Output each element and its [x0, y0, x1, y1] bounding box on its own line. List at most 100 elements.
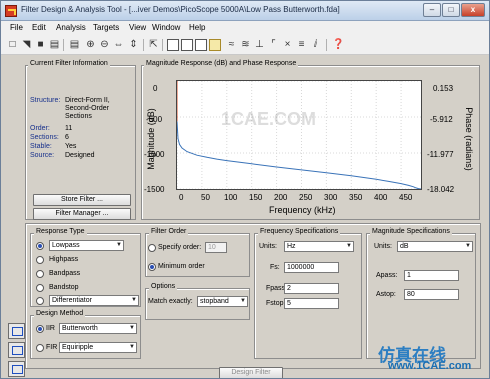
- plot-panel-legend: Magnitude Response (dB) and Phase Respon…: [144, 60, 299, 67]
- coefficients-icon[interactable]: ≡: [295, 38, 308, 51]
- minimum-order-label: Minimum order: [158, 263, 205, 270]
- filter-manager-button[interactable]: Filter Manager ...: [33, 208, 131, 220]
- zoom-out-icon[interactable]: ⊖: [98, 38, 111, 51]
- zoom-in-icon[interactable]: ⊕: [84, 38, 97, 51]
- sections-value: 6: [65, 134, 69, 141]
- open-folder-icon[interactable]: ◥: [20, 38, 33, 51]
- minimum-order-radio[interactable]: [148, 263, 156, 271]
- menu-file[interactable]: File: [10, 23, 23, 32]
- phase-delay-icon[interactable]: ≋: [239, 38, 252, 51]
- x-axis-label: Frequency (kHz): [269, 205, 336, 215]
- fstop-input[interactable]: 5: [284, 298, 339, 309]
- source-value: Designed: [65, 152, 95, 159]
- lowpass-radio[interactable]: [36, 242, 44, 250]
- bandstop-radio[interactable]: [36, 284, 44, 292]
- menu-view[interactable]: View: [129, 23, 146, 32]
- pole-zero-icon[interactable]: ×: [281, 38, 294, 51]
- highpass-label: Highpass: [49, 256, 79, 263]
- print-preview-icon[interactable]: ▤: [68, 38, 81, 51]
- y2-tick-0-153: 0.153: [433, 84, 454, 93]
- step-response-icon[interactable]: ⌜: [267, 38, 280, 51]
- fir-label: FIR: [46, 344, 58, 351]
- mag-units-label: Units:: [374, 243, 392, 250]
- filter-info-icon[interactable]: ⅈ: [309, 38, 322, 51]
- watermark: 1CAE.COM: [221, 109, 317, 129]
- phase-response-icon[interactable]: [195, 39, 207, 51]
- structure-value-line2: Second-Order: [65, 105, 109, 112]
- matlab-app-icon: [5, 5, 17, 17]
- structure-label: Structure:: [30, 97, 61, 104]
- import-filter-mode-icon[interactable]: [8, 342, 25, 358]
- magnitude-phase-response-icon[interactable]: [209, 39, 221, 51]
- fir-radio[interactable]: [36, 344, 44, 352]
- mag-units-dropdown[interactable]: dB: [397, 241, 473, 252]
- transform-filter-mode-icon[interactable]: [8, 361, 25, 377]
- full-view-icon[interactable]: ⇱: [147, 38, 160, 51]
- structure-value-line3: Sections: [65, 113, 92, 120]
- options-legend: Options: [149, 283, 178, 290]
- minimize-button[interactable]: –: [423, 3, 441, 17]
- close-button[interactable]: x: [461, 3, 485, 17]
- fs-label: Fs:: [270, 264, 280, 271]
- lowpass-dropdown[interactable]: Lowpass: [49, 240, 124, 251]
- design-method-legend: Design Method: [34, 310, 86, 317]
- astop-label: Astop:: [376, 291, 396, 298]
- save-icon[interactable]: ■: [34, 38, 47, 51]
- apass-label: Apass:: [376, 272, 398, 279]
- astop-input[interactable]: 80: [404, 289, 459, 300]
- fpass-input[interactable]: 2: [284, 283, 339, 294]
- menu-window[interactable]: Window: [152, 23, 180, 32]
- y2-axis-label: Phase (radians): [464, 107, 474, 171]
- design-filter-button[interactable]: Design Filter: [219, 367, 283, 378]
- iir-method-dropdown[interactable]: Butterworth: [59, 323, 137, 334]
- toolbar-separator: [326, 39, 327, 51]
- filter-order-legend: Filter Order: [149, 228, 189, 235]
- bandpass-label: Bandpass: [49, 270, 81, 277]
- structure-value: Direct-Form II,: [65, 97, 110, 104]
- magnitude-response-icon[interactable]: [181, 39, 193, 51]
- toolbar-separator: [63, 39, 64, 51]
- design-filter-mode-icon[interactable]: [8, 323, 25, 339]
- y2-tick-minus-18-042: -18.042: [427, 185, 455, 194]
- highpass-radio[interactable]: [36, 256, 44, 264]
- menu-edit[interactable]: Edit: [32, 23, 46, 32]
- stable-label: Stable:: [30, 143, 52, 150]
- maximize-button[interactable]: □: [442, 3, 460, 17]
- specify-order-input[interactable]: 10: [205, 242, 227, 253]
- store-filter-button[interactable]: Store Filter ...: [33, 194, 131, 206]
- frequency-specs-legend: Frequency Specifications: [258, 228, 341, 235]
- filter-specs-icon[interactable]: [167, 39, 179, 51]
- other-response-dropdown[interactable]: Differentiator: [49, 295, 139, 306]
- specify-order-radio[interactable]: [148, 244, 156, 252]
- whats-this-help-icon[interactable]: ❓: [332, 38, 345, 51]
- freq-units-dropdown[interactable]: Hz: [284, 241, 354, 252]
- group-delay-icon[interactable]: ≈: [225, 38, 238, 51]
- menu-analysis[interactable]: Analysis: [56, 23, 86, 32]
- iir-label: IIR: [46, 325, 55, 332]
- order-value: 11: [65, 125, 73, 132]
- fir-method-dropdown[interactable]: Equiripple: [59, 342, 137, 353]
- x-tick-0: 0: [179, 193, 184, 202]
- x-tick-50: 50: [201, 193, 210, 202]
- source-label: Source:: [30, 152, 55, 159]
- zoom-y-icon[interactable]: ⇕: [127, 38, 140, 51]
- new-file-icon[interactable]: □: [6, 38, 19, 51]
- x-tick-150: 150: [249, 193, 263, 202]
- fstop-label: Fstop:: [266, 300, 286, 307]
- other-response-radio[interactable]: [36, 297, 44, 305]
- match-exactly-dropdown[interactable]: stopband: [197, 296, 248, 307]
- fs-input[interactable]: 1000000: [284, 262, 339, 273]
- apass-input[interactable]: 1: [404, 270, 459, 281]
- bandpass-radio[interactable]: [36, 270, 44, 278]
- menu-help[interactable]: Help: [189, 23, 205, 32]
- impulse-response-icon[interactable]: ⊥: [253, 38, 266, 51]
- menu-targets[interactable]: Targets: [93, 23, 119, 32]
- specify-order-label: Specify order:: [158, 244, 202, 251]
- freq-units-label: Units:: [259, 243, 277, 250]
- y-axis-label: Magnitude (dB): [146, 108, 156, 170]
- order-label: Order:: [30, 125, 50, 132]
- iir-radio[interactable]: [36, 325, 44, 333]
- print-icon[interactable]: ▤: [48, 38, 61, 51]
- zoom-x-icon[interactable]: ⇔: [112, 38, 125, 51]
- x-tick-300: 300: [324, 193, 338, 202]
